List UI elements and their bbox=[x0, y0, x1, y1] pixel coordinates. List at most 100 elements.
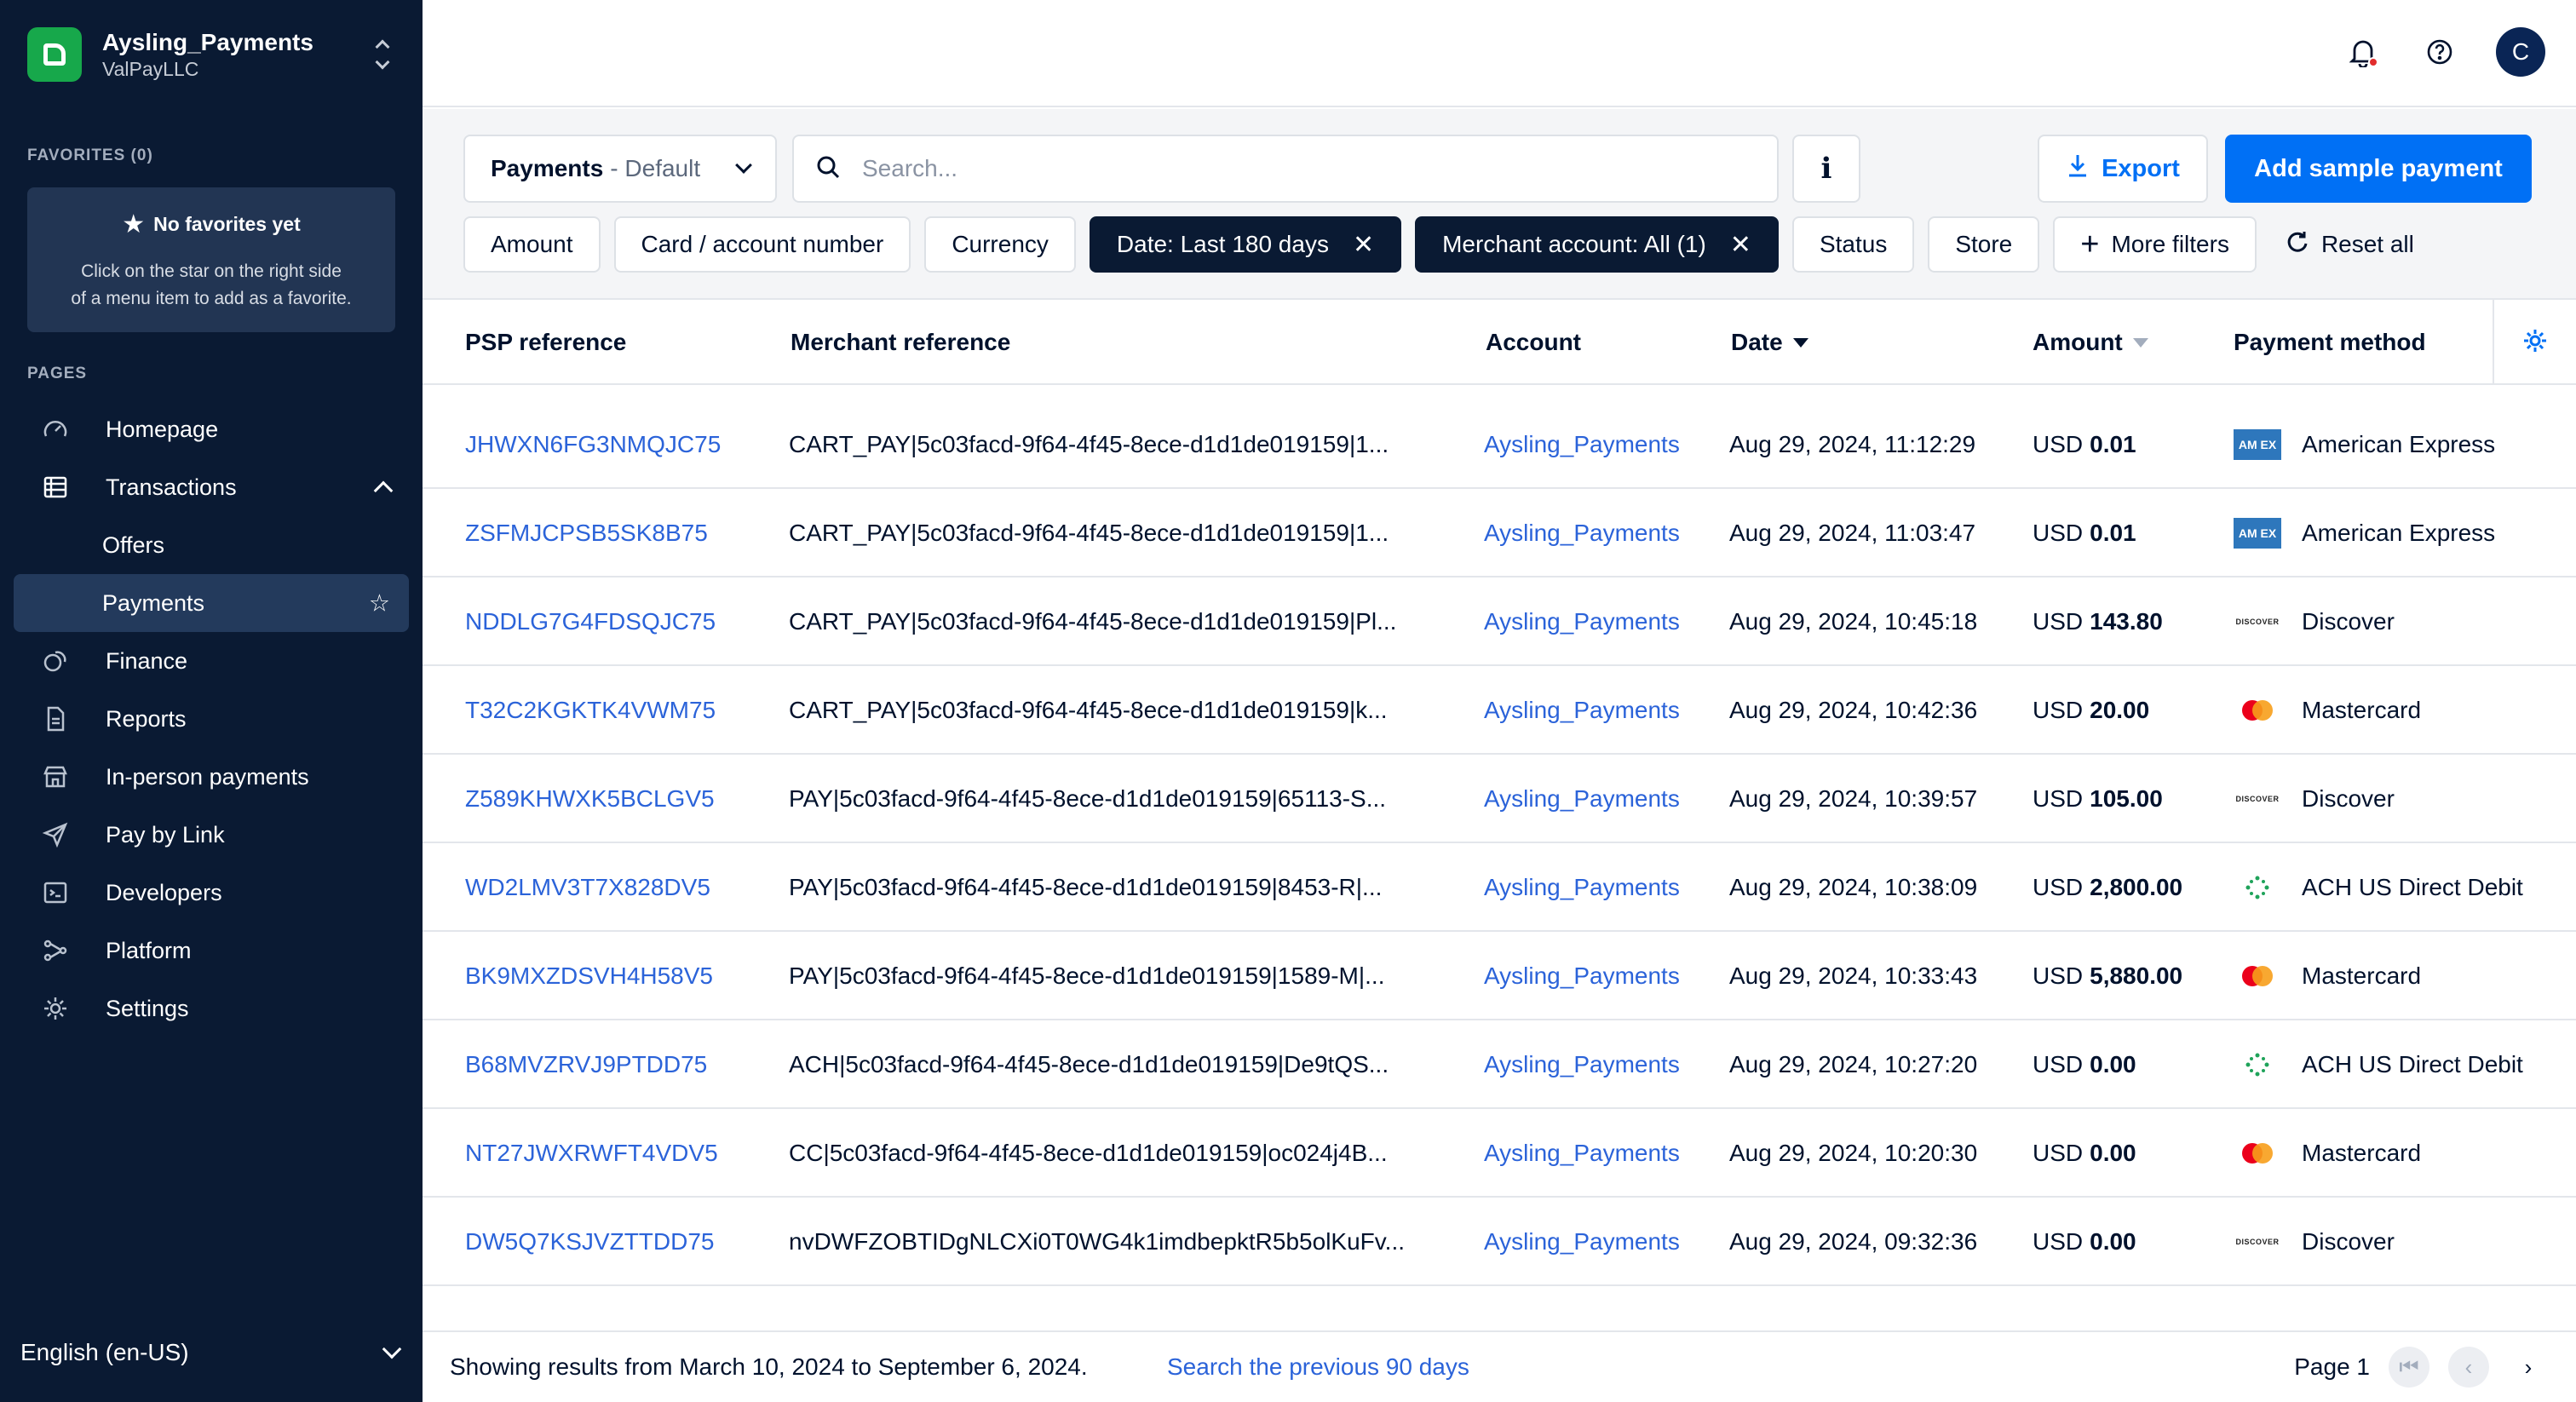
column-amount[interactable]: Amount bbox=[2033, 300, 2148, 385]
table-row[interactable]: BK9MXZDSVH4H58V5 PAY|5c03facd-9f64-4f45-8… bbox=[423, 932, 2576, 1020]
payment-method-logo bbox=[2234, 1049, 2281, 1080]
sidebar-item-pay-by-link[interactable]: Pay by Link bbox=[14, 806, 409, 864]
mastercard-logo bbox=[2240, 966, 2274, 986]
column-psp-reference[interactable]: PSP reference bbox=[465, 300, 626, 385]
psp-reference-link[interactable]: T32C2KGKTK4VWM75 bbox=[465, 666, 716, 755]
filter-merchant-label: Merchant account: All (1) bbox=[1442, 231, 1706, 257]
payment-date: Aug 29, 2024, 11:03:47 bbox=[1729, 520, 1976, 546]
psp-reference-link[interactable]: Z589KHWXK5BCLGV5 bbox=[465, 755, 715, 843]
payment-date: Aug 29, 2024, 10:45:18 bbox=[1729, 608, 1978, 635]
account-link[interactable]: Aysling_Payments bbox=[1484, 666, 1680, 755]
payment-amount: USD 5,880.00 bbox=[2033, 932, 2182, 1020]
psp-reference-link[interactable]: JHWXN6FG3NMQJC75 bbox=[465, 400, 721, 489]
psp-reference-link[interactable]: ZSFMJCPSB5SK8B75 bbox=[465, 489, 708, 577]
search-input[interactable] bbox=[862, 155, 1714, 182]
table-row[interactable]: JHWXN6FG3NMQJC75 CART_PAY|5c03facd-9f64-4… bbox=[423, 400, 2576, 489]
table-row[interactable]: B68MVZRVJ9PTDD75 ACH|5c03facd-9f64-4f45-8… bbox=[423, 1020, 2576, 1109]
sidebar-item-payments[interactable]: Payments ☆ bbox=[14, 574, 409, 632]
column-settings-button[interactable] bbox=[2493, 300, 2576, 385]
payment-amount: USD 0.00 bbox=[2033, 1109, 2136, 1198]
ach-logo bbox=[2245, 876, 2269, 899]
psp-reference-link[interactable]: DW5Q7KSJVZTTDD75 bbox=[465, 1198, 715, 1286]
filter-store[interactable]: Store bbox=[1928, 216, 2040, 273]
table-row[interactable]: NDDLG7G4FDSQJC75 CART_PAY|5c03facd-9f64-4… bbox=[423, 577, 2576, 666]
account-link[interactable]: Aysling_Payments bbox=[1484, 577, 1680, 666]
table-row[interactable]: ZSFMJCPSB5SK8B75 CART_PAY|5c03facd-9f64-4… bbox=[423, 489, 2576, 577]
payment-amount: USD 143.80 bbox=[2033, 577, 2163, 666]
payment-method: DISCOVER Discover bbox=[2234, 755, 2394, 843]
column-date[interactable]: Date bbox=[1731, 300, 1808, 385]
psp-reference-link[interactable]: NDDLG7G4FDSQJC75 bbox=[465, 577, 716, 666]
next-page-icon[interactable]: › bbox=[2508, 1347, 2549, 1388]
sidebar-item-label: Pay by Link bbox=[106, 821, 225, 848]
payment-amount: USD 2,800.00 bbox=[2033, 843, 2182, 932]
prev-page-icon[interactable]: ‹ bbox=[2448, 1347, 2489, 1388]
table-row[interactable]: DW5Q7KSJVZTTDD75 nvDWFZOBTIDgNLCXi0T0WG4k… bbox=[423, 1198, 2576, 1286]
search-box[interactable] bbox=[792, 135, 1779, 203]
discover-logo: DISCOVER bbox=[2235, 795, 2280, 803]
help-icon[interactable] bbox=[2419, 32, 2460, 72]
psp-reference-link[interactable]: BK9MXZDSVH4H58V5 bbox=[465, 932, 713, 1020]
first-page-icon[interactable]: ⏮ bbox=[2389, 1347, 2429, 1388]
account-switcher[interactable]: Aysling_Payments ValPayLLC bbox=[27, 26, 395, 83]
account-link[interactable]: Aysling_Payments bbox=[1484, 1020, 1680, 1109]
column-payment-method[interactable]: Payment method bbox=[2234, 300, 2426, 385]
account-link[interactable]: Aysling_Payments bbox=[1484, 755, 1680, 843]
sidebar-item-finance[interactable]: Finance bbox=[14, 632, 409, 690]
table-row[interactable]: NT27JWXRWFT4VDV5 CC|5c03facd-9f64-4f45-8e… bbox=[423, 1109, 2576, 1198]
payment-method: Mastercard bbox=[2234, 932, 2421, 1020]
account-link[interactable]: Aysling_Payments bbox=[1484, 1109, 1680, 1198]
view-name: Payments bbox=[491, 155, 604, 181]
payment-amount: USD 105.00 bbox=[2033, 755, 2163, 843]
avatar[interactable]: C bbox=[2496, 27, 2545, 77]
psp-reference-link[interactable]: B68MVZRVJ9PTDD75 bbox=[465, 1020, 707, 1109]
search-previous-link[interactable]: Search the previous 90 days bbox=[1167, 1353, 1469, 1381]
filter-card-number[interactable]: Card / account number bbox=[613, 216, 911, 273]
chevron-up-icon[interactable] bbox=[373, 477, 394, 501]
sidebar-item-transactions[interactable]: Transactions bbox=[14, 458, 409, 516]
table-row[interactable]: Z589KHWXK5BCLGV5 PAY|5c03facd-9f64-4f45-8… bbox=[423, 755, 2576, 843]
account-link[interactable]: Aysling_Payments bbox=[1484, 1198, 1680, 1286]
psp-reference-link[interactable]: WD2LMV3T7X828DV5 bbox=[465, 843, 710, 932]
sidebar-item-in-person-payments[interactable]: In-person payments bbox=[14, 748, 409, 806]
payment-date: Aug 29, 2024, 10:33:43 bbox=[1729, 962, 1978, 989]
sidebar-item-settings[interactable]: Settings bbox=[14, 980, 409, 1037]
chevron-updown-icon[interactable] bbox=[370, 37, 395, 72]
close-icon[interactable]: ✕ bbox=[1730, 230, 1751, 260]
table-row[interactable]: WD2LMV3T7X828DV5 PAY|5c03facd-9f64-4f45-8… bbox=[423, 843, 2576, 932]
account-link[interactable]: Aysling_Payments bbox=[1484, 489, 1680, 577]
filter-amount[interactable]: Amount bbox=[463, 216, 601, 273]
column-account[interactable]: Account bbox=[1486, 300, 1581, 385]
column-merchant-reference[interactable]: Merchant reference bbox=[791, 300, 1010, 385]
export-button[interactable]: Export bbox=[2038, 135, 2208, 203]
payment-method-name: American Express bbox=[2302, 520, 2496, 546]
favorite-star-icon[interactable]: ☆ bbox=[369, 589, 390, 618]
psp-reference-link[interactable]: NT27JWXRWFT4VDV5 bbox=[465, 1109, 718, 1198]
filter-status[interactable]: Status bbox=[1791, 216, 1915, 273]
filter-currency[interactable]: Currency bbox=[924, 216, 1076, 273]
filter-date[interactable]: Date: Last 180 days ✕ bbox=[1089, 216, 1402, 273]
account-link[interactable]: Aysling_Payments bbox=[1484, 400, 1680, 489]
payment-method-logo bbox=[2234, 872, 2281, 903]
account-link[interactable]: Aysling_Payments bbox=[1484, 932, 1680, 1020]
filter-merchant-account[interactable]: Merchant account: All (1) ✕ bbox=[1415, 216, 1779, 273]
language-selector[interactable]: English (en-US) bbox=[20, 1339, 409, 1366]
bell-icon[interactable] bbox=[2343, 32, 2383, 72]
sidebar-item-homepage[interactable]: Homepage bbox=[14, 400, 409, 458]
sidebar-item-developers[interactable]: Developers bbox=[14, 864, 409, 922]
payment-method-name: Discover bbox=[2302, 608, 2395, 635]
view-selector[interactable]: Payments - Default bbox=[463, 135, 777, 203]
sidebar-item-offers[interactable]: Offers bbox=[14, 516, 409, 574]
table-row[interactable]: T32C2KGKTK4VWM75 CART_PAY|5c03facd-9f64-4… bbox=[423, 666, 2576, 755]
currency-code: USD bbox=[2033, 520, 2084, 546]
platform-icon bbox=[41, 936, 70, 965]
sidebar-item-platform[interactable]: Platform bbox=[14, 922, 409, 980]
add-sample-payment-button[interactable]: Add sample payment bbox=[2225, 135, 2532, 203]
merchant-reference: CART_PAY|5c03facd-9f64-4f45-8ece-d1d1de0… bbox=[789, 431, 1389, 457]
account-link[interactable]: Aysling_Payments bbox=[1484, 843, 1680, 932]
more-filters-button[interactable]: + More filters bbox=[2053, 216, 2257, 273]
info-button[interactable]: i bbox=[1792, 135, 1860, 203]
reset-all-button[interactable]: Reset all bbox=[2270, 216, 2429, 273]
sidebar-item-reports[interactable]: Reports bbox=[14, 690, 409, 748]
close-icon[interactable]: ✕ bbox=[1353, 230, 1374, 260]
